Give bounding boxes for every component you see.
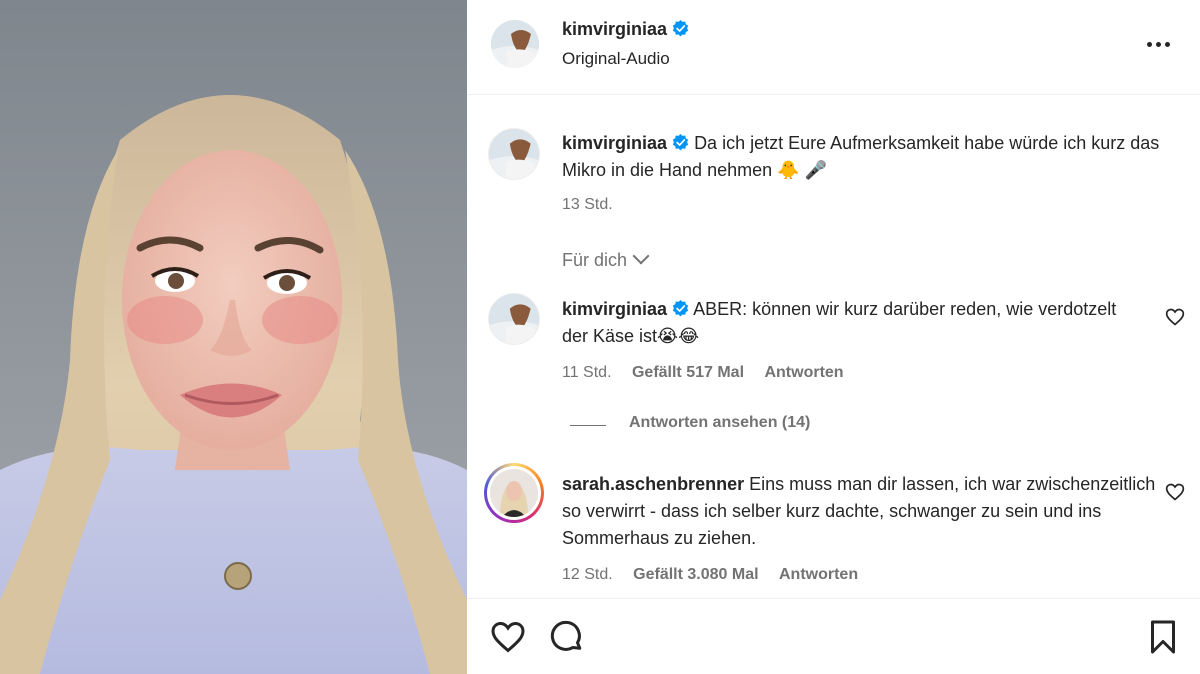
chevron-down-icon (632, 247, 650, 265)
comment-item: kimvirginiaa ABER: können wir kurz darüb… (562, 296, 1142, 350)
audio-label[interactable]: Original-Audio (562, 49, 670, 69)
post-action-bar (467, 598, 1200, 674)
comment-meta: 11 Std. Gefällt 517 Mal Antworten (562, 364, 860, 382)
author-avatar[interactable] (491, 20, 539, 68)
caption-avatar[interactable] (488, 128, 540, 180)
comment-sort-dropdown[interactable]: Für dich (562, 247, 650, 271)
comment-meta: 12 Std. Gefällt 3.080 Mal Antworten (562, 566, 874, 584)
comment-time[interactable]: 12 Std. (562, 566, 613, 583)
comment-likes[interactable]: Gefällt 3.080 Mal (633, 566, 758, 583)
bookmark-icon[interactable] (1145, 619, 1181, 655)
verified-badge-icon (672, 20, 689, 37)
caption: kimvirginiaa Da ich jetzt Eure Aufmerksa… (562, 130, 1162, 184)
video-frame-illustration (0, 0, 467, 674)
heart-icon[interactable] (490, 619, 526, 655)
reel-video[interactable] (0, 0, 467, 674)
reply-button[interactable]: Antworten (779, 566, 858, 583)
story-ring-avatar[interactable] (484, 463, 544, 523)
verified-badge-icon (672, 134, 689, 151)
comment-item: sarah.aschenbrenner Eins muss man dir la… (562, 471, 1162, 552)
view-replies-button[interactable]: Antworten ansehen (14) (629, 414, 810, 432)
verified-badge-icon (672, 300, 689, 317)
caption-username[interactable]: kimvirginiaa (562, 133, 667, 153)
comment-username[interactable]: kimvirginiaa (562, 299, 667, 319)
comment-avatar[interactable] (488, 293, 540, 345)
reply-button[interactable]: Antworten (764, 364, 843, 381)
comment-likes[interactable]: Gefällt 517 Mal (632, 364, 744, 381)
sort-label: Für dich (562, 250, 628, 270)
comment-like-heart-icon[interactable] (1165, 307, 1185, 327)
replies-divider (570, 425, 606, 426)
caption-time[interactable]: 13 Std. (562, 196, 613, 213)
author-username[interactable]: kimvirginiaa (562, 19, 667, 39)
comment-time[interactable]: 11 Std. (562, 364, 612, 381)
comment-username[interactable]: sarah.aschenbrenner (562, 474, 744, 494)
more-options-icon[interactable] (1144, 30, 1172, 58)
post-detail-panel: kimvirginiaa Original-Audio kimvirginiaa… (467, 0, 1200, 674)
comment-like-heart-icon[interactable] (1165, 482, 1185, 502)
post-header: kimvirginiaa Original-Audio (467, 0, 1200, 95)
caption-meta: 13 Std. (562, 196, 629, 214)
comment-avatar (490, 469, 538, 517)
comment-bubble-icon[interactable] (549, 619, 585, 655)
